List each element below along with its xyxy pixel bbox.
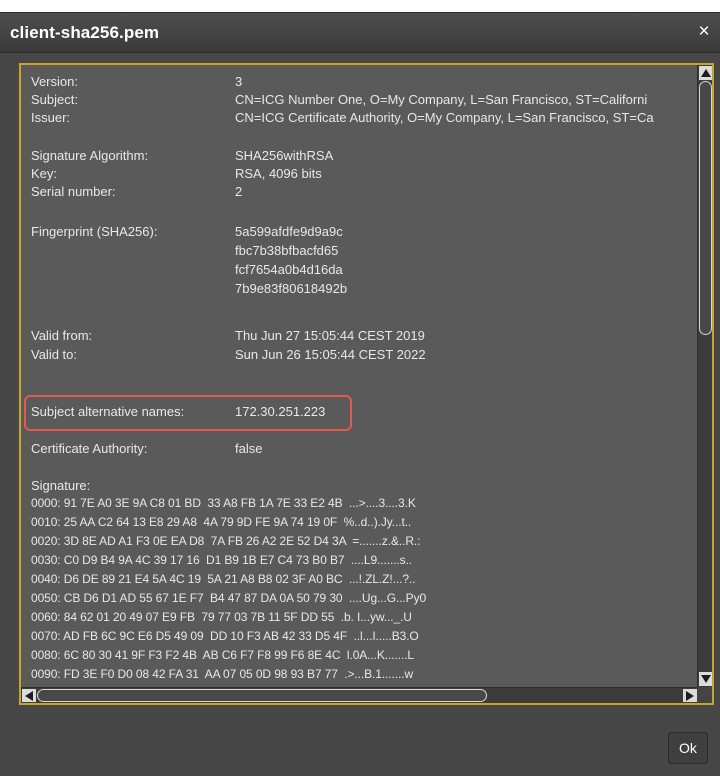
signature-hex-line: 0040: D6 DE 89 21 E4 5A 4C 19 5A 21 A8 B… (31, 572, 416, 586)
issuer-label: Issuer: (31, 110, 71, 125)
subject-alternative-names-label: Subject alternative names: (31, 404, 185, 419)
vertical-scrollbar[interactable] (697, 65, 712, 687)
signature-hex-line: 0000: 91 7E A0 3E 9A C8 01 BD 33 A8 FB 1… (31, 496, 416, 510)
serial-number-value: 2 (235, 184, 243, 199)
serial-number-label: Serial number: (31, 184, 116, 199)
version-label: Version: (31, 74, 78, 89)
fingerprint-line: fbc7b38bfbacfd65 (235, 243, 339, 258)
scrollbar-corner (697, 687, 712, 703)
horizontal-scrollbar[interactable] (21, 687, 698, 703)
key-label: Key: (31, 166, 58, 181)
signature-hex-line: 0050: CB D6 D1 AD 55 67 1E F7 B4 47 87 D… (31, 591, 427, 605)
valid-to-value: Sun Jun 26 15:05:44 CEST 2022 (235, 347, 426, 362)
vertical-scroll-thumb[interactable] (699, 81, 712, 335)
valid-from-value: Thu Jun 27 15:05:44 CEST 2019 (235, 328, 425, 343)
signature-hex-line: 0070: AD FB 6C 9C E6 D5 49 09 DD 10 F3 A… (31, 629, 419, 643)
signature-hex-line: 0010: 25 AA C2 64 13 E8 29 A8 4A 79 9D F… (31, 515, 412, 529)
valid-from-label: Valid from: (31, 328, 93, 343)
certificate-dialog: client-sha256.pem × Version: 3 Subject: … (0, 12, 720, 776)
certificate-details-panel: Version: 3 Subject: CN=ICG Number One, O… (19, 63, 714, 705)
horizontal-scroll-thumb[interactable] (37, 689, 487, 702)
certificate-details-text: Version: 3 Subject: CN=ICG Number One, O… (21, 65, 697, 685)
key-value: RSA, 4096 bits (235, 166, 322, 181)
subject-value: CN=ICG Number One, O=My Company, L=San F… (235, 92, 648, 107)
scroll-up-arrow-icon[interactable] (699, 66, 712, 80)
version-value: 3 (235, 74, 243, 89)
subject-label: Subject: (31, 92, 78, 107)
signature-hex-line: 0080: 6C 80 30 41 9F F3 F2 4B AB C6 F7 F… (31, 648, 415, 662)
signature-hex-line: 0030: C0 D9 B4 9A 4C 39 17 16 D1 B9 1B E… (31, 553, 413, 567)
ok-button[interactable]: Ok (668, 732, 708, 764)
fingerprint-label: Fingerprint (SHA256): (31, 224, 158, 239)
certificate-authority-label: Certificate Authority: (31, 441, 148, 456)
signature-hex-line: 0090: FD 3E F0 D0 08 42 FA 31 AA 07 05 0… (31, 667, 414, 681)
dialog-titlebar[interactable]: client-sha256.pem × (0, 13, 720, 53)
fingerprint-line: 5a599afdfe9d9a9c (235, 224, 343, 239)
signature-algorithm-value: SHA256withRSA (235, 148, 334, 163)
dialog-title: client-sha256.pem (10, 23, 160, 42)
certificate-authority-value: false (235, 441, 263, 456)
signature-label: Signature: (31, 478, 91, 493)
signature-hex-line: 0060: 84 62 01 20 49 07 E9 FB 79 77 03 7… (31, 610, 412, 624)
subject-alternative-names-value: 172.30.251.223 (235, 404, 326, 419)
issuer-value: CN=ICG Certificate Authority, O=My Compa… (235, 110, 654, 125)
fingerprint-line: fcf7654a0b4d16da (235, 262, 343, 277)
scroll-down-arrow-icon[interactable] (699, 672, 712, 686)
valid-to-label: Valid to: (31, 347, 78, 362)
fingerprint-line: 7b9e83f80618492b (235, 281, 348, 296)
close-icon[interactable]: × (694, 21, 714, 43)
signature-hex-line: 0020: 3D 8E AD A1 F3 0E EA D8 7A FB 26 A… (31, 534, 421, 548)
signature-algorithm-label: Signature Algorithm: (31, 148, 149, 163)
scroll-right-arrow-icon[interactable] (683, 689, 697, 702)
scroll-left-arrow-icon[interactable] (22, 689, 36, 702)
